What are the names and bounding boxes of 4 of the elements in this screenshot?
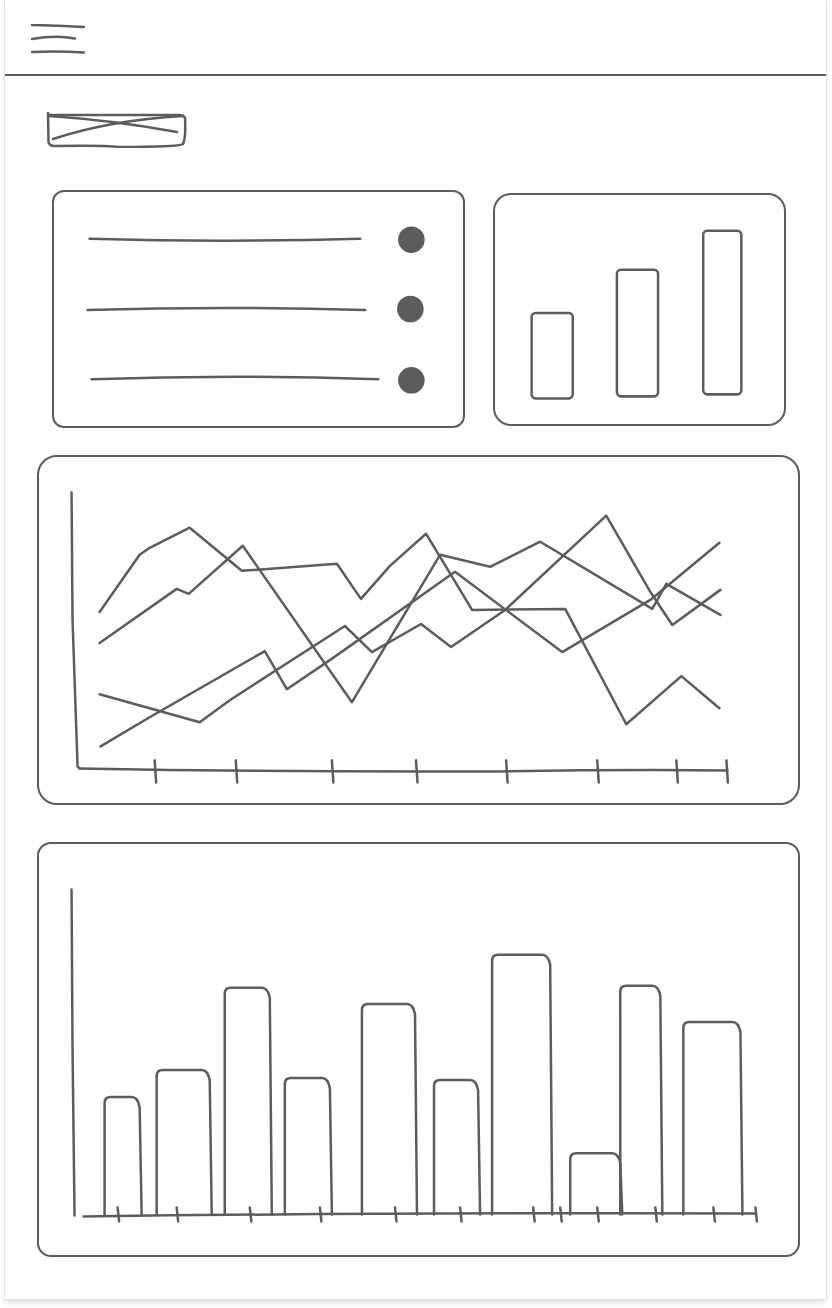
dot-icon xyxy=(398,226,425,253)
menu-icon[interactable] xyxy=(31,24,85,54)
dot-icon xyxy=(397,295,424,323)
dot-icon xyxy=(398,367,425,394)
